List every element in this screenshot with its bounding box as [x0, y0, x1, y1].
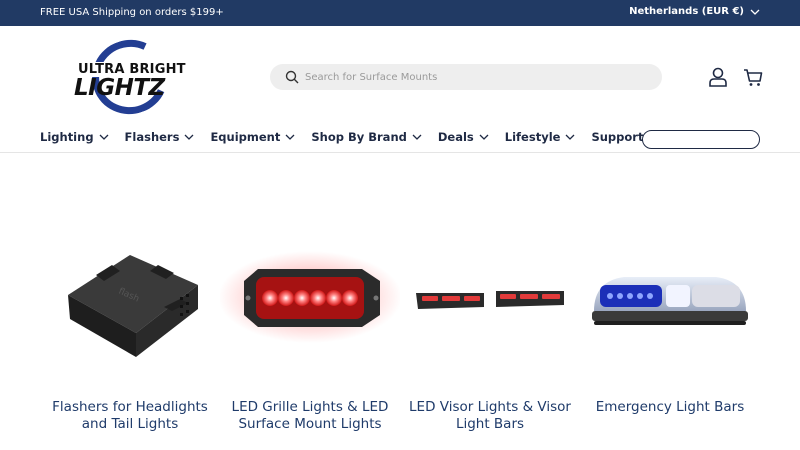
nav-label: Equipment: [210, 130, 281, 144]
chevron-down-icon: [412, 134, 422, 140]
account-icon[interactable]: [707, 66, 729, 88]
site-logo[interactable]: ULTRA BRIGHT LIGHTZ: [74, 29, 196, 125]
nav-item-flashers[interactable]: Flashers: [125, 130, 195, 144]
nav-pill-button[interactable]: [642, 130, 760, 149]
nav-label: Support: [591, 130, 644, 144]
emergency-light-bar-image: [592, 277, 748, 325]
announcement-bar: FREE USA Shipping on orders $199+ Nether…: [0, 0, 800, 26]
search-bar[interactable]: [270, 64, 662, 90]
product-title[interactable]: Emergency Light Bars: [580, 399, 760, 416]
nav-label: Lifestyle: [504, 130, 561, 144]
chevron-down-icon: [565, 134, 575, 140]
product-title[interactable]: LED Grille Lights & LED Surface Mount Li…: [220, 399, 400, 433]
product-title[interactable]: LED Visor Lights & Visor Light Bars: [400, 399, 580, 433]
chevron-down-icon: [184, 134, 194, 140]
nav-label: Lighting: [40, 130, 94, 144]
search-input[interactable]: [305, 71, 635, 83]
product-title[interactable]: Flashers for Headlights and Tail Lights: [40, 399, 220, 433]
logo-line2: LIGHTZ: [74, 75, 165, 101]
chevron-down-icon: [285, 134, 295, 140]
nav-label: Shop By Brand: [311, 130, 407, 144]
visor-light-image: [416, 291, 564, 309]
nav-item-deals[interactable]: Deals: [438, 130, 489, 144]
nav-label: Flashers: [124, 130, 180, 144]
cart-icon[interactable]: [742, 66, 764, 88]
flasher-module-image: flash: [68, 255, 198, 357]
nav-item-lighting[interactable]: Lighting: [40, 130, 109, 144]
nav-item-lifestyle[interactable]: Lifestyle: [505, 130, 576, 144]
nav-item-shop-by-brand[interactable]: Shop By Brand: [311, 130, 422, 144]
locale-label: Netherlands (EUR €): [629, 6, 744, 17]
chevron-down-icon: [750, 9, 760, 15]
header-divider: [0, 152, 800, 153]
chevron-down-icon: [99, 134, 109, 140]
main-nav: Lighting Flashers Equipment Shop By Bran…: [40, 130, 674, 144]
shipping-message: FREE USA Shipping on orders $199+: [40, 7, 224, 18]
chevron-down-icon: [479, 134, 489, 140]
nav-label: Deals: [437, 130, 474, 144]
nav-item-equipment[interactable]: Equipment: [210, 130, 295, 144]
search-icon: [285, 70, 299, 84]
locale-selector[interactable]: Netherlands (EUR €): [629, 6, 760, 17]
grille-light-image: [220, 251, 400, 343]
